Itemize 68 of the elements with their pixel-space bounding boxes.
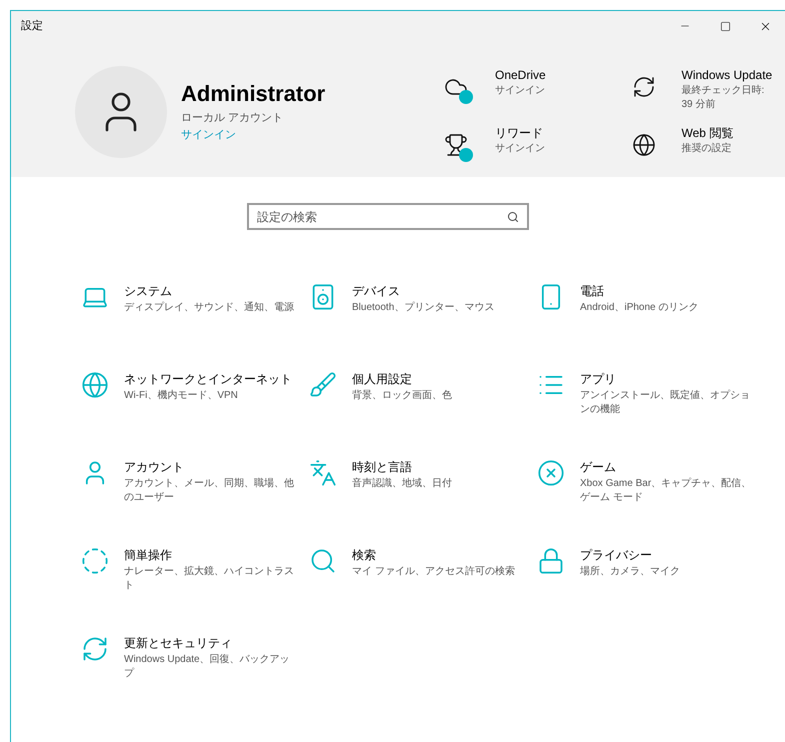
languages-icon xyxy=(309,459,337,487)
category-description: ディスプレイ、サウンド、通知、電源 xyxy=(124,301,295,315)
service-title[interactable]: リワード xyxy=(495,124,597,142)
category-description: 背景、ロック画面、色 xyxy=(352,389,453,403)
dashed-circle-icon xyxy=(81,547,109,575)
settings-category[interactable]: 更新とセキュリティ Windows Update、回復、バックアップ xyxy=(81,635,309,691)
settings-category[interactable]: 個人用設定 背景、ロック画面、色 xyxy=(309,371,537,427)
settings-category[interactable]: プライバシー 場所、カメラ、マイク xyxy=(537,547,765,603)
category-title: 個人用設定 xyxy=(352,371,413,387)
category-description: アカウント、メール、同期、職場、他のユーザー xyxy=(124,477,295,505)
category-title: ネットワークとインターネット xyxy=(124,371,293,387)
service-subtitle: サインイン xyxy=(495,84,546,98)
category-title: 電話 xyxy=(580,283,605,299)
category-description: アンインストール、既定値、オプションの機能 xyxy=(580,389,751,417)
account-type: ローカル アカウント xyxy=(181,111,284,126)
globe-icon xyxy=(632,133,656,157)
service-title[interactable]: Windows Update xyxy=(682,66,773,84)
service-subtitle: サインイン xyxy=(495,142,546,156)
search-field[interactable]: 設定の検索 xyxy=(247,203,529,230)
service-subtitle: 推奨の設定 xyxy=(682,142,732,156)
category-description: Windows Update、回復、バックアップ xyxy=(124,653,291,681)
lock-icon xyxy=(537,547,565,575)
settings-category[interactable]: 検索 マイ ファイル、アクセス許可の検索 xyxy=(309,547,537,603)
category-title: 簡単操作 xyxy=(124,547,173,563)
settings-category[interactable]: アプリ アンインストール、既定値、オプションの機能 xyxy=(537,371,765,427)
category-description: 音声認識、地域、日付 xyxy=(352,477,453,491)
settings-category[interactable]: システム ディスプレイ、サウンド、通知、電源 xyxy=(81,283,309,339)
refresh-icon xyxy=(81,635,109,663)
service-title[interactable]: OneDrive xyxy=(495,66,597,84)
service-title[interactable]: Web 閲覧 xyxy=(682,124,773,142)
settings-category[interactable]: アカウント アカウント、メール、同期、職場、他のユーザー xyxy=(81,459,309,515)
service-item[interactable]: OneDrive サインイン xyxy=(423,66,613,112)
category-title: ゲーム xyxy=(580,459,617,475)
service-item[interactable]: Web 閲覧 推奨の設定 xyxy=(613,124,773,162)
window-title: 設定 xyxy=(21,18,43,34)
settings-category[interactable]: 簡単操作 ナレーター、拡大鏡、ハイコントラスト xyxy=(81,547,309,603)
account-name: Administrator xyxy=(181,80,326,108)
maximize-icon xyxy=(720,20,730,32)
category-description: マイ ファイル、アクセス許可の検索 xyxy=(352,565,516,579)
settings-category[interactable]: デバイス Bluetooth、プリンター、マウス xyxy=(309,283,537,339)
settings-category[interactable]: 時刻と言語 音声認識、地域、日付 xyxy=(309,459,537,515)
category-description: ナレーター、拡大鏡、ハイコントラスト xyxy=(124,565,295,593)
service-item[interactable]: Windows Update 最終チェック日時: 39 分前 xyxy=(613,66,773,112)
category-description: Xbox Game Bar、キャプチャ、配信、ゲーム モード xyxy=(580,477,752,505)
settings-category[interactable]: ネットワークとインターネット Wi-Fi、機内モード、VPN xyxy=(81,371,309,427)
settings-category[interactable]: 電話 Android、iPhone のリンク xyxy=(537,283,765,339)
category-description: Android、iPhone のリンク xyxy=(580,301,700,315)
category-description: 場所、カメラ、マイク xyxy=(580,565,681,579)
category-title: 時刻と言語 xyxy=(352,459,413,475)
category-title: アプリ xyxy=(580,371,617,387)
paintbrush-icon xyxy=(309,371,337,399)
category-title: 更新とセキュリティ xyxy=(124,635,233,651)
trophy-icon xyxy=(444,133,468,157)
service-subtitle: 最終チェック日時: 39 分前 xyxy=(682,84,766,112)
category-description: Wi-Fi、機内モード、VPN xyxy=(124,389,239,403)
search-icon xyxy=(507,211,519,223)
refresh-icon xyxy=(632,75,656,99)
category-title: システム xyxy=(124,283,173,299)
category-title: 検索 xyxy=(352,547,377,563)
service-item[interactable]: リワード サインイン xyxy=(423,124,613,162)
globe-icon xyxy=(81,371,109,399)
circle-x-icon xyxy=(537,459,565,487)
search-icon xyxy=(309,547,337,575)
category-title: アカウント xyxy=(124,459,185,475)
category-description: Bluetooth、プリンター、マウス xyxy=(352,301,496,315)
settings-category[interactable]: ゲーム Xbox Game Bar、キャプチャ、配信、ゲーム モード xyxy=(537,459,765,515)
category-title: デバイス xyxy=(352,283,401,299)
category-title: プライバシー xyxy=(580,547,653,563)
